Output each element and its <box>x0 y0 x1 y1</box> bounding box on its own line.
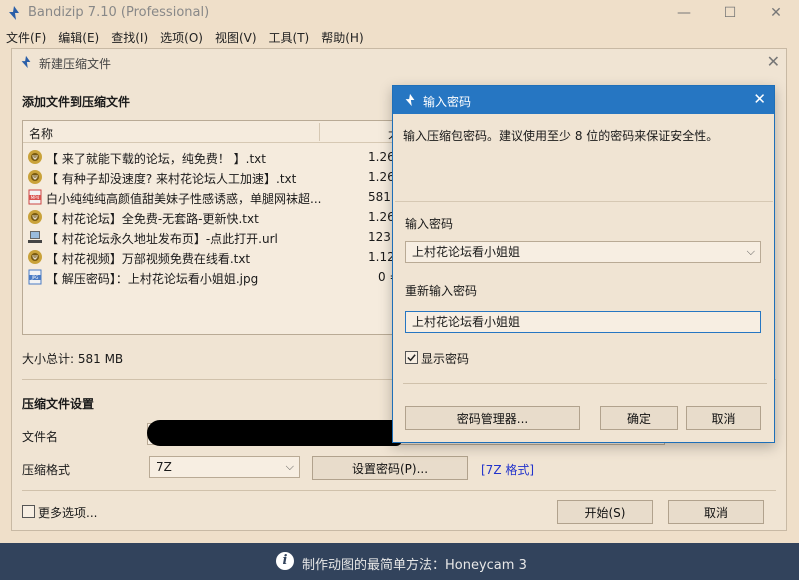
password-close-button[interactable]: ✕ <box>753 90 766 108</box>
file-row[interactable]: JPG 【 解压密码】：上村花论坛看小姐姐.jpg 0 = <box>23 267 393 287</box>
more-options-checkbox[interactable] <box>22 505 35 518</box>
divider <box>22 490 776 491</box>
check-icon <box>407 354 416 362</box>
menu-find[interactable]: 查找(I) <box>105 28 154 48</box>
app-icon: Ψ <box>28 150 42 164</box>
bandizip-logo-icon <box>21 55 31 69</box>
app-title: Bandizip 7.10 (Professional) <box>28 5 210 20</box>
file-name: 【 村花视频】万部视频免费在线看.txt <box>46 252 251 266</box>
file-name: 【 有种子却没速度? 来村花论坛人工加速】.txt <box>46 172 297 186</box>
menu-file[interactable]: 文件(F) <box>0 28 52 48</box>
bandizip-logo-icon <box>9 6 19 20</box>
password-label: 输入密码 <box>405 217 454 231</box>
column-separator[interactable] <box>319 123 320 141</box>
password-hint: 输入压缩包密码。建议使用至少 8 位的密码来保证安全性。 <box>403 129 719 143</box>
confirm-password-input[interactable]: 上村花论坛看小姐姐 <box>405 311 761 333</box>
set-password-button[interactable]: 设置密码(P)... <box>312 456 468 480</box>
new-archive-close-button[interactable]: ✕ <box>767 52 780 71</box>
mp4-icon: MP4 <box>28 189 42 205</box>
password-value: 上村花论坛看小姐姐 <box>412 245 521 259</box>
format-value: 7Z <box>156 460 172 474</box>
confirm-password-value: 上村花论坛看小姐姐 <box>412 315 521 329</box>
banner-text[interactable]: 制作动图的最简单方法：Honeycam 3 <box>302 554 527 573</box>
file-name: 【 村花论坛永久地址发布页】-点此打开.url <box>46 232 278 246</box>
info-icon: i <box>276 552 294 570</box>
redaction-mark <box>147 420 402 446</box>
show-password-label[interactable]: 显示密码 <box>421 350 469 367</box>
file-size: 1.26 <box>368 210 394 224</box>
svg-text:JPG: JPG <box>31 275 39 280</box>
bandizip-logo-icon <box>405 93 415 107</box>
column-name-header[interactable]: 名称 <box>29 125 53 142</box>
file-row[interactable]: Ψ 【 村花视频】万部视频免费在线看.txt 1.12 <box>23 247 393 267</box>
url-icon <box>28 231 42 243</box>
password-dialog: 输入密码 ✕ 输入压缩包密码。建议使用至少 8 位的密码来保证安全性。 输入密码… <box>392 85 775 443</box>
file-row[interactable]: Ψ 【 来了就能下载的论坛，纯免费！ 】.txt 1.26 <box>23 147 393 167</box>
new-archive-title: 新建压缩文件 <box>39 57 112 71</box>
password-input[interactable]: 上村花论坛看小姐姐 ⌵ <box>405 241 761 263</box>
show-password-checkbox[interactable] <box>405 351 418 364</box>
close-button[interactable]: ✕ <box>753 0 799 26</box>
menu-view[interactable]: 视图(V) <box>209 28 263 48</box>
menu-bar: 文件(F) 编辑(E) 查找(I) 选项(O) 视图(V) 工具(T) 帮助(H… <box>0 28 799 48</box>
password-cancel-button[interactable]: 取消 <box>686 406 761 430</box>
cancel-button[interactable]: 取消 <box>668 500 764 524</box>
start-button[interactable]: 开始(S) <box>557 500 653 524</box>
app-icon: Ψ <box>28 170 42 184</box>
file-row[interactable]: 【 村花论坛永久地址发布页】-点此打开.url 123 = <box>23 227 393 247</box>
total-size: 大小总计: 581 MB <box>22 352 124 366</box>
menu-options[interactable]: 选项(O) <box>154 28 209 48</box>
file-name: 【 解压密码】：上村花论坛看小姐姐.jpg <box>46 272 259 286</box>
password-manager-button[interactable]: 密码管理器... <box>405 406 580 430</box>
maximize-button[interactable]: ☐ <box>707 0 753 26</box>
more-options-label[interactable]: 更多选项... <box>38 504 97 521</box>
svg-text:Ψ: Ψ <box>32 214 38 222</box>
chevron-down-icon[interactable]: ⌵ <box>747 242 755 262</box>
filename-label: 文件名 <box>22 430 59 444</box>
app-titlebar[interactable]: Bandizip 7.10 (Professional) — ☐ ✕ <box>0 0 799 26</box>
file-name: 白小纯纯纯高颜值甜美妹子性感诱惑，单腿网袜超... <box>46 192 322 206</box>
settings-heading: 压缩文件设置 <box>22 397 95 411</box>
menu-edit[interactable]: 编辑(E) <box>52 28 105 48</box>
file-size: 581 <box>368 190 391 204</box>
file-row[interactable]: Ψ 【 有种子却没速度? 来村花论坛人工加速】.txt 1.26 <box>23 167 393 187</box>
format-label: 压缩格式 <box>22 463 71 477</box>
add-files-heading: 添加文件到压缩文件 <box>22 95 131 109</box>
password-titlebar[interactable]: 输入密码 ✕ <box>393 86 774 114</box>
password-title: 输入密码 <box>423 95 472 109</box>
format-link[interactable]: [7Z 格式] <box>481 461 534 478</box>
minimize-button[interactable]: — <box>661 0 707 26</box>
svg-text:Ψ: Ψ <box>32 254 38 262</box>
confirm-password-label: 重新输入密码 <box>405 284 478 298</box>
file-size: 1.26 <box>368 150 394 164</box>
file-name: 【 来了就能下载的论坛，纯免费！ 】.txt <box>46 152 266 166</box>
ad-banner[interactable]: i 制作动图的最简单方法：Honeycam 3 <box>0 543 799 580</box>
file-row[interactable]: MP4 白小纯纯纯高颜值甜美妹子性感诱惑，单腿网袜超... 581 <box>23 187 393 207</box>
ok-button[interactable]: 确定 <box>600 406 678 430</box>
file-list[interactable]: 名称 大 Ψ 【 来了就能下载的论坛，纯免费！ 】.txt 1.26 Ψ 【 有… <box>22 120 394 335</box>
file-size: 1.26 <box>368 170 394 184</box>
app-icon: Ψ <box>28 210 42 224</box>
menu-help[interactable]: 帮助(H) <box>315 28 369 48</box>
jpg-icon: JPG <box>28 269 42 285</box>
menu-tools[interactable]: 工具(T) <box>263 28 316 48</box>
chevron-down-icon: ⌵ <box>285 460 294 473</box>
format-select[interactable]: 7Z ⌵ <box>149 456 300 478</box>
svg-text:Ψ: Ψ <box>32 154 38 162</box>
file-size: 123 = <box>368 230 393 244</box>
file-name: 【 村花论坛】全免费-无套路-更新快.txt <box>46 212 259 226</box>
app-icon: Ψ <box>28 250 42 264</box>
svg-text:Ψ: Ψ <box>32 174 38 182</box>
svg-text:MP4: MP4 <box>31 195 40 200</box>
file-row[interactable]: Ψ 【 村花论坛】全免费-无套路-更新快.txt 1.26 <box>23 207 393 227</box>
file-list-header: 名称 大 <box>23 121 393 143</box>
new-archive-titlebar[interactable]: 新建压缩文件 ✕ <box>12 49 786 75</box>
file-size: 1.12 <box>368 250 394 264</box>
divider <box>403 383 767 384</box>
